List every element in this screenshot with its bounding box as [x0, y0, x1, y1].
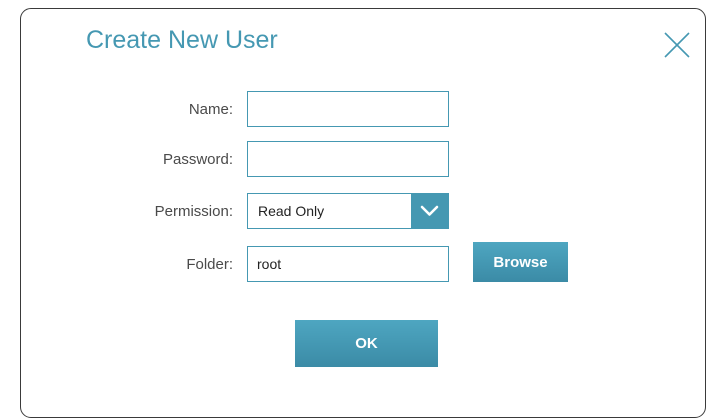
browse-button[interactable]: Browse: [473, 242, 568, 282]
permission-label: Permission:: [154, 203, 233, 220]
dropdown-toggle[interactable]: [411, 194, 448, 228]
password-label: Password:: [162, 151, 233, 168]
close-icon: [664, 32, 690, 58]
folder-label: Folder:: [186, 256, 233, 273]
folder-input[interactable]: [247, 246, 449, 282]
permission-selected-value: Read Only: [258, 203, 325, 219]
name-input[interactable]: [247, 91, 449, 127]
chevron-down-icon: [420, 205, 439, 216]
password-input[interactable]: [247, 141, 449, 177]
name-label: Name:: [188, 101, 233, 118]
dialog-title: Create New User: [86, 26, 278, 54]
close-button[interactable]: [663, 31, 691, 59]
create-user-dialog: Create New User Name: Password: Permissi…: [20, 8, 706, 418]
ok-button[interactable]: OK: [295, 320, 438, 367]
permission-select[interactable]: Read Only: [247, 193, 449, 229]
